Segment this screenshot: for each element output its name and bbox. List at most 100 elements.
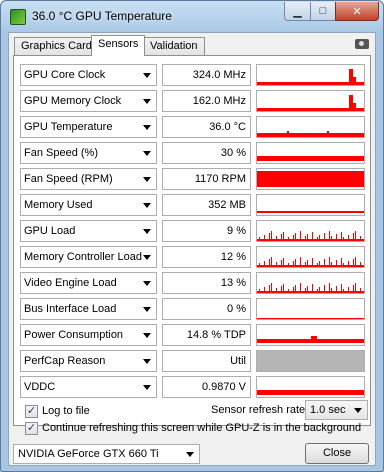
sensor-name-select[interactable]: Fan Speed (RPM) — [20, 168, 157, 190]
maximize-button[interactable]: □ — [310, 2, 336, 21]
sensor-row: Fan Speed (RPM) 1170 RPM — [20, 168, 365, 191]
sensor-name-select[interactable]: VDDC — [20, 376, 157, 398]
graph-bar — [348, 287, 349, 291]
close-window-button[interactable]: ✕ — [335, 2, 379, 21]
chevron-down-icon — [143, 255, 151, 260]
graph-bar — [348, 235, 349, 239]
graph-bar — [331, 288, 332, 291]
graph-bar — [283, 258, 284, 265]
graph-bar — [336, 234, 337, 239]
graph-bar — [293, 261, 294, 265]
chevron-down-icon — [143, 333, 151, 338]
graph-bar — [336, 286, 337, 291]
graph-bar — [283, 232, 284, 239]
graph-bar — [317, 289, 318, 291]
sensor-graph — [256, 64, 365, 86]
graph-bar — [324, 285, 325, 291]
sensor-value: 0.9870 V — [162, 376, 251, 398]
sensor-name: Fan Speed (%) — [24, 147, 98, 159]
gpu-z-window: 36.0 °C GPU Temperature ▁ □ ✕ Graphics C… — [0, 0, 384, 472]
sensor-name-select[interactable]: GPU Temperature — [20, 116, 157, 138]
sensor-name-select[interactable]: Memory Used — [20, 194, 157, 216]
graph-bar — [319, 287, 320, 291]
gpu-select[interactable]: NVIDIA GeForce GTX 660 Ti — [13, 444, 200, 464]
sensor-name: GPU Memory Clock — [24, 95, 122, 107]
sensor-value: 13 % — [162, 272, 251, 294]
graph-bar — [281, 260, 282, 265]
tab-validation[interactable]: Validation — [143, 37, 205, 55]
graph-bar — [276, 288, 277, 291]
graph-baseline — [257, 108, 364, 111]
sensor-value: 14.8 % TDP — [162, 324, 251, 346]
tab-sensors[interactable]: Sensors — [91, 35, 146, 56]
graph-bar — [295, 233, 296, 239]
graph-bar — [271, 257, 272, 265]
graph-baseline — [257, 82, 364, 85]
sensor-name-select[interactable]: GPU Memory Clock — [20, 90, 157, 112]
sensor-name-select[interactable]: Memory Controller Load — [20, 246, 157, 268]
sensor-name: Power Consumption — [24, 329, 124, 341]
sensor-value: 12 % — [162, 246, 251, 268]
graph-bar — [341, 284, 342, 291]
graph-bar — [341, 232, 342, 239]
graph-bar — [269, 259, 270, 265]
graph-bar — [341, 258, 342, 265]
chevron-down-icon — [143, 359, 151, 364]
gpu-z-app-icon — [10, 9, 26, 25]
sensor-row: GPU Temperature 36.0 °C — [20, 116, 365, 139]
graph-bar — [264, 235, 265, 239]
graph-baseline — [257, 318, 364, 319]
graph-bar — [300, 257, 301, 265]
sensor-name-select[interactable]: GPU Load — [20, 220, 157, 242]
sensor-row: Power Consumption 14.8 % TDP — [20, 324, 365, 347]
graph-bar — [360, 262, 361, 265]
graph-baseline — [257, 239, 364, 241]
sensor-row: PerfCap Reason Util — [20, 350, 365, 373]
sensor-graph — [256, 194, 365, 216]
close-button[interactable]: Close — [305, 443, 369, 464]
title-bar[interactable]: 36.0 °C GPU Temperature ▁ □ ✕ — [1, 1, 383, 33]
graph-bar — [307, 234, 308, 239]
graph-bar — [343, 263, 344, 265]
sensor-name-select[interactable]: Video Engine Load — [20, 272, 157, 294]
sensor-name-select[interactable]: Bus Interface Load — [20, 298, 157, 320]
graph-bar — [300, 231, 301, 239]
sensor-name-select[interactable]: Power Consumption — [20, 324, 157, 346]
sensor-name: Memory Controller Load — [24, 251, 142, 263]
log-to-file-checkbox[interactable]: ✓ — [25, 405, 38, 418]
tab-graphics-card[interactable]: Graphics Card — [14, 37, 99, 55]
sensor-value: 36.0 °C — [162, 116, 251, 138]
graph-bar — [355, 257, 356, 265]
graph-bar — [259, 289, 260, 291]
graph-bar — [329, 257, 330, 265]
graph-bar — [317, 237, 318, 239]
graph-bar — [300, 283, 301, 291]
continue-refreshing-checkbox[interactable]: ✓ — [25, 422, 38, 435]
graph-bar — [343, 237, 344, 239]
graph-bar — [307, 286, 308, 291]
sensor-name-select[interactable]: Fan Speed (%) — [20, 142, 157, 164]
refresh-rate-label: Sensor refresh rate: — [211, 404, 309, 416]
refresh-rate-select[interactable]: 1.0 sec — [305, 400, 368, 420]
graph-fill — [257, 156, 364, 161]
screenshot-camera-icon[interactable] — [355, 39, 369, 49]
graph-bar — [312, 284, 313, 291]
graph-blip — [327, 131, 329, 133]
sensor-name-select[interactable]: PerfCap Reason — [20, 350, 157, 372]
continue-refreshing-label: Continue refreshing this screen while GP… — [42, 422, 362, 434]
chevron-down-icon — [143, 203, 151, 208]
graph-spike-tail — [353, 77, 356, 85]
graph-bar — [348, 261, 349, 265]
sensor-row: VDDC 0.9870 V — [20, 376, 365, 399]
graph-fill — [257, 133, 364, 137]
graph-bar — [360, 236, 361, 239]
graph-bar — [353, 259, 354, 265]
sensor-name-select[interactable]: GPU Core Clock — [20, 64, 157, 86]
minimize-button[interactable]: ▁ — [284, 2, 311, 21]
sensor-value: 162.0 MHz — [162, 90, 251, 112]
sensor-row: Memory Used 352 MB — [20, 194, 365, 217]
graph-spike — [349, 95, 353, 111]
graph-bar — [288, 263, 289, 265]
chevron-down-icon — [143, 281, 151, 286]
graph-bar — [264, 261, 265, 265]
